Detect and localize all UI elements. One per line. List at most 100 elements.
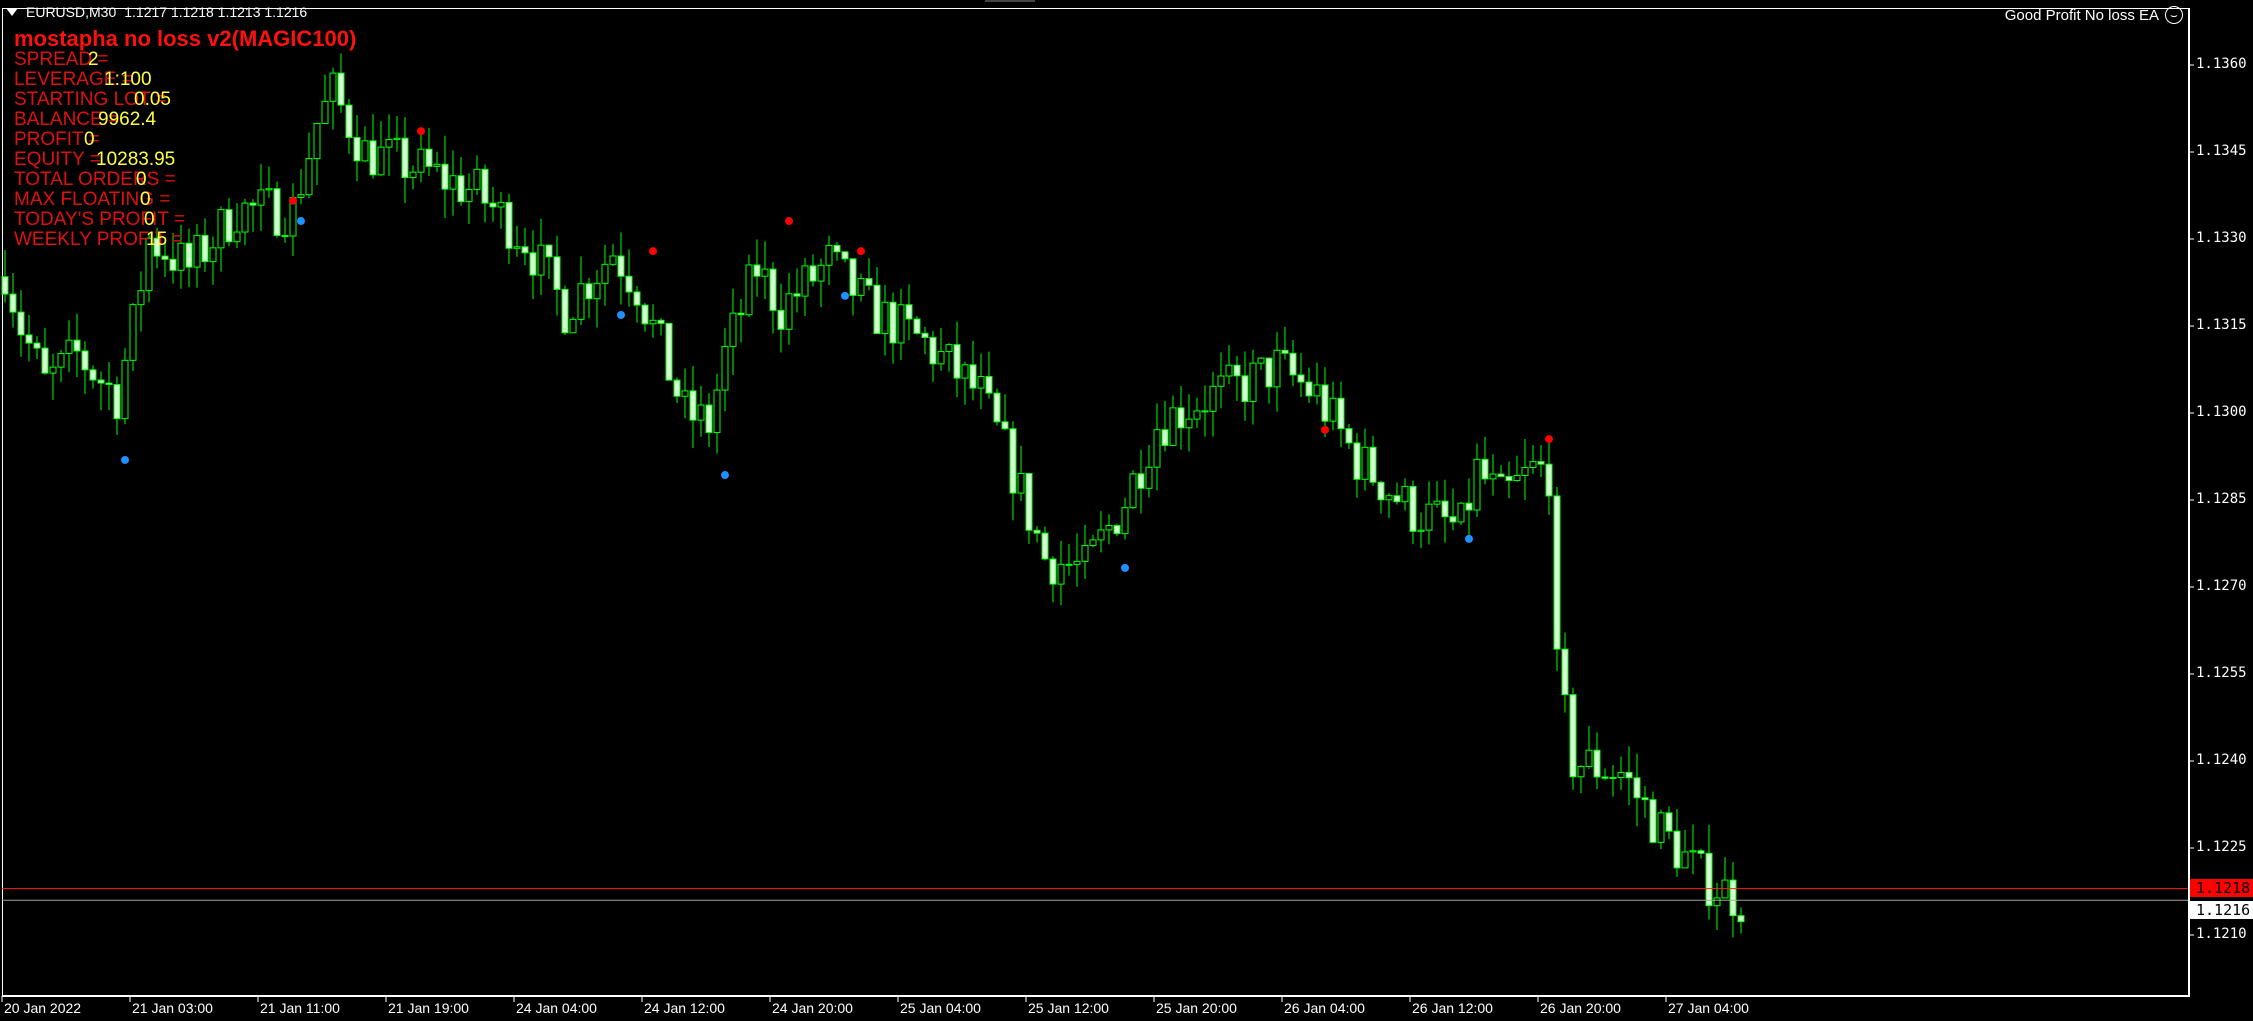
- bear-candle: [809, 265, 817, 282]
- time-tick-label: 27 Jan 04:00: [1668, 1000, 1749, 1016]
- bear-candle: [1177, 407, 1185, 429]
- buy-signal-dot: [1465, 534, 1473, 543]
- bull-candle: [385, 138, 393, 148]
- dropdown-triangle-icon[interactable]: [6, 8, 18, 16]
- bear-candle: [913, 318, 921, 334]
- bull-candle: [1657, 812, 1665, 843]
- bull-candle: [713, 389, 721, 434]
- bear-candle: [97, 379, 105, 384]
- bull-candle: [857, 278, 865, 296]
- bull-candle: [697, 404, 705, 421]
- bull-candle: [745, 264, 753, 316]
- bull-candle: [1361, 446, 1369, 480]
- bull-candle: [729, 312, 737, 347]
- bull-candle: [1057, 563, 1065, 585]
- bull-candle: [49, 366, 57, 374]
- sell-signal-dot: [417, 127, 425, 136]
- bear-candle: [705, 404, 713, 434]
- time-axis: [2, 995, 2190, 997]
- info-label: TOTAL ORDERS =: [14, 169, 176, 190]
- bull-candle: [1513, 474, 1521, 481]
- bear-candle: [657, 319, 665, 324]
- bear-candle: [753, 264, 761, 277]
- bull-candle: [1401, 485, 1409, 503]
- time-tick-label: 20 Jan 2022: [4, 1000, 82, 1016]
- bull-candle: [1097, 529, 1105, 541]
- price-tick-label: 1.1330: [2196, 230, 2247, 246]
- sell-signal-dot: [1321, 425, 1329, 434]
- bull-candle: [801, 265, 809, 297]
- bear-candle: [1033, 529, 1041, 534]
- bull-candle: [417, 148, 425, 173]
- bear-candle: [1353, 442, 1361, 480]
- bear-candle: [1321, 384, 1329, 422]
- bull-candle: [1489, 473, 1497, 480]
- info-value: 0: [84, 129, 95, 150]
- bull-candle: [937, 351, 945, 365]
- bear-candle: [1, 276, 9, 295]
- bear-candle: [777, 309, 785, 330]
- bear-candle: [1161, 429, 1169, 446]
- bear-candle: [865, 278, 873, 286]
- info-value: 15: [146, 229, 168, 250]
- bull-candle: [1129, 473, 1137, 509]
- bull-candle: [393, 137, 401, 140]
- price-tick-label: 1.1315: [2196, 317, 2247, 333]
- sell-signal-dot: [649, 247, 657, 256]
- info-value: 9962.4: [98, 109, 157, 130]
- bear-candle: [793, 293, 801, 297]
- info-value: 0: [136, 169, 147, 190]
- bear-candle: [81, 350, 89, 371]
- bull-candle: [361, 140, 369, 162]
- bull-candle: [1529, 461, 1537, 468]
- bear-candle: [553, 256, 561, 290]
- bear-candle: [529, 252, 537, 276]
- bear-candle: [1545, 463, 1553, 497]
- bull-candle: [121, 359, 129, 420]
- bear-candle: [105, 382, 113, 385]
- ask-price-tag: 1.1218: [2190, 878, 2253, 897]
- info-row: BALANCE = 9962.4: [14, 110, 356, 130]
- info-row: LEVERAGE = 1:100: [14, 70, 356, 90]
- info-value: 0: [144, 209, 155, 230]
- bear-candle: [73, 339, 81, 352]
- bear-candle: [25, 334, 33, 344]
- bear-candle: [849, 258, 857, 296]
- bull-candle: [681, 390, 689, 397]
- bull-candle: [1457, 502, 1465, 523]
- symbol-name: EURUSD,M30: [26, 4, 117, 20]
- bear-candle: [1009, 428, 1017, 494]
- price-axis: [2188, 8, 2190, 996]
- buy-signal-dot: [721, 471, 729, 480]
- sell-signal-dot: [785, 217, 793, 226]
- bull-candle: [1257, 357, 1265, 364]
- bear-candle: [1113, 525, 1121, 535]
- bull-candle: [577, 283, 585, 320]
- bear-candle: [841, 251, 849, 260]
- bull-candle: [465, 188, 473, 203]
- bear-candle: [545, 244, 553, 258]
- bear-candle: [441, 163, 449, 190]
- bull-candle: [57, 352, 65, 368]
- bear-candle: [17, 311, 25, 336]
- bear-candle: [1481, 458, 1489, 480]
- bull-candle: [1225, 364, 1233, 377]
- bear-candle: [1737, 915, 1745, 923]
- bear-candle: [1441, 500, 1449, 518]
- bull-candle: [1329, 397, 1337, 422]
- bear-candle: [833, 244, 841, 253]
- smiley-icon: ⌣: [2165, 6, 2183, 24]
- bear-candle: [1001, 421, 1009, 430]
- bear-candle: [1569, 694, 1577, 778]
- bear-candle: [873, 284, 881, 335]
- bear-candle: [617, 255, 625, 277]
- bear-candle: [1601, 776, 1609, 779]
- price-tick-label: 1.1225: [2196, 839, 2247, 855]
- bear-candle: [1665, 812, 1673, 832]
- bear-candle: [41, 347, 49, 374]
- bear-candle: [1673, 830, 1681, 869]
- time-tick-label: 24 Jan 12:00: [644, 1000, 725, 1016]
- bear-candle: [985, 375, 993, 394]
- time-tick-label: 25 Jan 12:00: [1028, 1000, 1109, 1016]
- bear-candle: [1593, 749, 1601, 778]
